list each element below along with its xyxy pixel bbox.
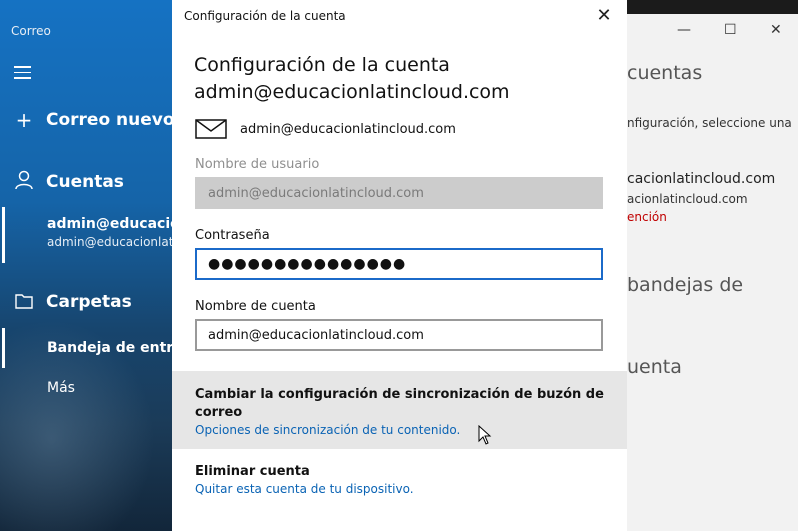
sidebar-account-item[interactable]: admin@educacior admin@educacionlat [47, 216, 172, 249]
folders-button[interactable]: Carpetas [14, 292, 132, 312]
dialog-window-title: Configuración de la cuenta [184, 9, 346, 23]
hamburger-menu-icon[interactable] [14, 66, 31, 79]
close-icon[interactable]: ✕ [592, 4, 616, 28]
password-label: Contraseña [195, 228, 270, 243]
password-field[interactable] [195, 248, 603, 280]
account-email: admin@educacionlatincloud.com [240, 121, 456, 137]
accounts-background-window: — ☐ ✕ cuentas nfiguración, seleccione un… [627, 0, 798, 531]
sidebar-account-name: admin@educacior [47, 216, 172, 232]
username-field[interactable] [195, 177, 603, 209]
window-top-strip [627, 0, 798, 14]
new-mail-button[interactable]: + Correo nuevo [14, 110, 172, 130]
folders-label: Carpetas [46, 292, 132, 312]
person-icon [14, 170, 34, 193]
delete-account-subtitle: Quitar esta cuenta de tu dispositivo. [195, 482, 414, 496]
delete-account-title: Eliminar cuenta [195, 464, 310, 479]
dialog-heading-line2: admin@educacionlatincloud.com [194, 81, 510, 103]
accounts-button[interactable]: Cuentas [14, 170, 124, 193]
account-name-field[interactable] [195, 319, 603, 351]
accounts-instruction: nfiguración, seleccione una [627, 116, 792, 130]
background-account-warning: ención [627, 210, 667, 224]
envelope-icon [195, 119, 227, 139]
delete-account-option[interactable]: Eliminar cuenta Quitar esta cuenta de tu… [172, 456, 627, 511]
app-title: Correo [11, 24, 51, 38]
account-settings-dialog: Configuración de la cuenta ✕ Configuraci… [172, 0, 627, 531]
username-label: Nombre de usuario [195, 157, 320, 172]
selected-folder-indicator [2, 328, 5, 368]
account-email-row: admin@educacionlatincloud.com [195, 119, 456, 139]
sync-settings-title: Cambiar la configuración de sincronizaci… [195, 387, 604, 420]
maximize-icon[interactable]: ☐ [724, 22, 737, 38]
accounts-heading: cuentas [627, 62, 703, 84]
background-landscape [0, 300, 172, 531]
window-close-icon[interactable]: ✕ [770, 22, 782, 38]
account-name-label: Nombre de cuenta [195, 299, 316, 314]
minimize-icon[interactable]: — [677, 22, 691, 38]
mail-sidebar: Correo + Correo nuevo Cuentas admin@educ… [0, 0, 172, 531]
selected-account-indicator [2, 207, 5, 263]
dialog-heading-line1: Configuración de la cuenta [194, 54, 450, 76]
accounts-label: Cuentas [46, 171, 124, 192]
background-section-inboxes[interactable]: bandejas de [627, 274, 743, 296]
mouse-cursor-icon [478, 425, 492, 445]
sync-settings-option[interactable]: Cambiar la configuración de sincronizaci… [172, 371, 627, 449]
background-section-account[interactable]: uenta [627, 356, 682, 378]
new-mail-label: Correo nuevo [46, 110, 172, 130]
background-account-name[interactable]: cacionlatincloud.com [627, 171, 775, 187]
sidebar-account-email: admin@educacionlat [47, 235, 172, 249]
sync-settings-subtitle: Opciones de sincronización de tu conteni… [195, 423, 461, 437]
background-account-email: acionlatincloud.com [627, 192, 748, 206]
sidebar-item-inbox[interactable]: Bandeja de entrad [47, 340, 172, 356]
folder-icon [14, 292, 34, 312]
sidebar-item-more[interactable]: Más [47, 380, 75, 396]
dialog-heading: Configuración de la cuenta admin@educaci… [194, 52, 510, 106]
plus-icon: + [15, 108, 33, 132]
